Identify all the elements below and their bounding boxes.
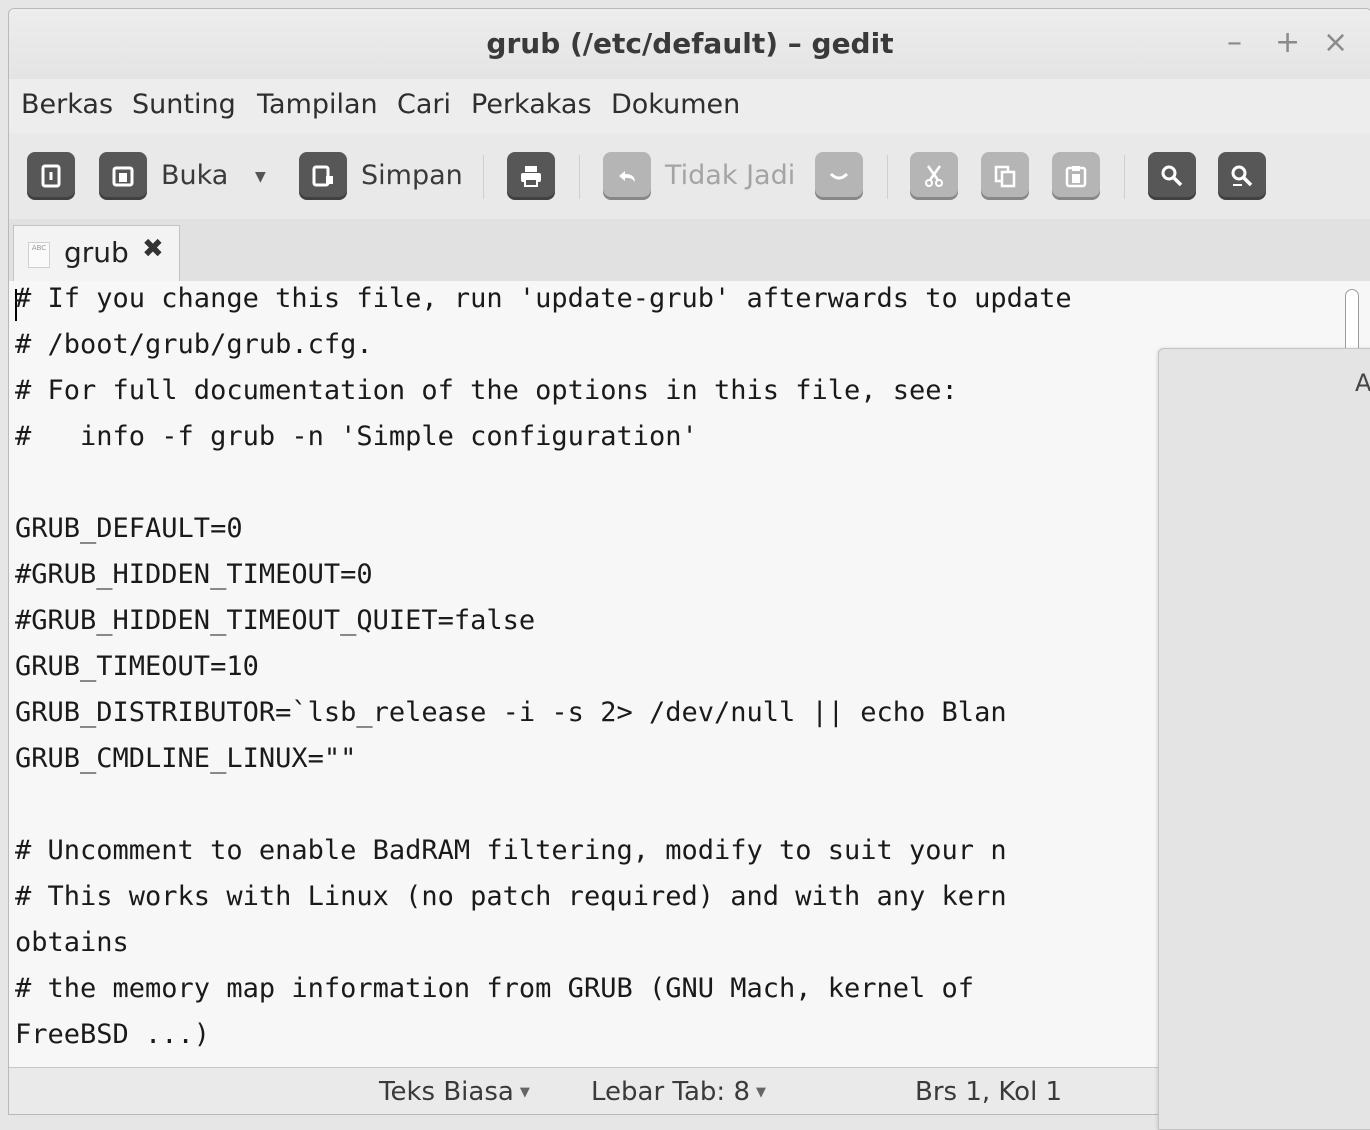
chevron-down-icon: ▼ [756,1085,766,1100]
code-line: #GRUB_HIDDEN_TIMEOUT=0 [15,559,373,590]
save-label[interactable]: Simpan [361,160,463,191]
tab-width-label: Lebar Tab: 8 [591,1077,750,1107]
text-document-icon: ABC [28,242,50,268]
menu-sunting[interactable]: Sunting [132,89,236,120]
menu-dokumen[interactable]: Dokumen [611,89,740,120]
toolbar-separator [579,155,580,199]
toolbar: Buka ▼ Simpan Tidak Jadi [9,133,1370,220]
code-line: GRUB_CMDLINE_LINUX="" [15,743,357,774]
minimize-button[interactable]: – [1227,25,1242,60]
undo-label[interactable]: Tidak Jadi [665,160,795,191]
open-label[interactable]: Buka [161,160,228,191]
code-line: GRUB_DISTRIBUTOR=`lsb_release -i -s 2> /… [15,697,1007,728]
tab-width-selector[interactable]: Lebar Tab: 8 ▼ [591,1077,766,1107]
paste-icon [1065,166,1087,188]
code-line: #GRUB_HIDDEN_TIMEOUT_QUIET=false [15,605,536,636]
tab-grub[interactable]: ABC grub ✖ [13,225,180,282]
menu-berkas[interactable]: Berkas [21,89,113,120]
code-line: GRUB_DEFAULT=0 [15,513,243,544]
tab-close-icon[interactable]: ✖ [142,234,164,264]
code-line: # This works with Linux (no patch requir… [15,881,1007,912]
code-line: # info -f grub -n 'Simple configuration' [15,421,698,452]
search-replace-icon [1231,165,1253,187]
code-line: FreeBSD ...) [15,1019,211,1050]
overlay-panel[interactable]: A [1158,348,1370,1130]
open-icon [112,166,134,187]
code-line: GRUB_TIMEOUT=10 [15,651,259,682]
menu-tampilan[interactable]: Tampilan [257,89,378,120]
menu-cari[interactable]: Cari [397,89,451,120]
copy-button[interactable] [981,152,1029,200]
menu-perkakas[interactable]: Perkakas [471,89,592,120]
maximize-button[interactable]: + [1275,25,1300,60]
window-title: grub (/etc/default) – gedit [486,27,894,60]
search-icon [1161,165,1183,187]
close-button[interactable]: × [1323,25,1348,60]
search-replace-button[interactable] [1218,152,1266,200]
toolbar-separator [1124,155,1125,199]
print-button[interactable] [507,152,555,200]
redo-button[interactable] [815,152,863,200]
code-line: # /boot/grub/grub.cfg. [15,329,373,360]
tab-bar: ABC grub ✖ [9,219,1370,282]
code-line: obtains [15,927,129,958]
redo-icon [829,172,849,180]
title-bar[interactable]: grub (/etc/default) – gedit – + × [9,9,1370,79]
print-icon [521,166,541,187]
copy-icon [994,165,1016,188]
cut-button[interactable] [910,152,958,200]
toolbar-separator [483,155,484,199]
undo-icon [619,171,635,182]
save-icon [312,165,333,187]
toolbar-separator [887,155,888,199]
save-button[interactable] [299,152,347,200]
language-selector[interactable]: Teks Biasa ▼ [379,1077,530,1107]
cut-icon [925,165,943,187]
code-line: # For full documentation of the options … [15,375,958,406]
language-label: Teks Biasa [379,1077,514,1107]
open-button[interactable] [99,152,147,200]
undo-button[interactable] [603,152,651,200]
overlay-partial-text: A [1355,369,1370,397]
code-line: # Uncomment to enable BadRAM filtering, … [15,835,1007,866]
cursor-position: Brs 1, Kol 1 [915,1077,1063,1107]
new-document-button[interactable] [27,152,75,200]
open-dropdown-arrow-icon[interactable]: ▼ [255,169,266,185]
code-line: # the memory map information from GRUB (… [15,973,975,1004]
tab-label: grub [64,236,129,269]
search-button[interactable] [1148,152,1196,200]
new-document-icon [41,164,61,188]
chevron-down-icon: ▼ [519,1085,530,1100]
menu-bar: Berkas Sunting Tampilan Cari Perkakas Do… [9,79,1370,134]
paste-button[interactable] [1052,152,1100,200]
code-line: # If you change this file, run 'update-g… [15,283,1072,314]
